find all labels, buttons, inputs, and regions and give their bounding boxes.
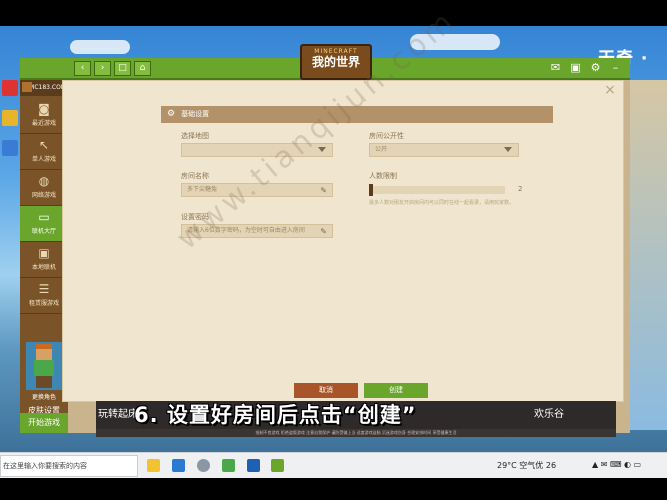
sidebar-item-recent[interactable]: ◙ 最近游戏 bbox=[20, 98, 68, 134]
video-subtitle: 6. 设置好房间后点击“创建” bbox=[134, 403, 417, 427]
file-explorer-icon[interactable] bbox=[147, 459, 160, 472]
back-button[interactable]: ‹ bbox=[74, 61, 91, 76]
forward-button[interactable]: › bbox=[94, 61, 111, 76]
visibility-label: 房间公开性 bbox=[369, 132, 404, 140]
health-notice: 抵制不良游戏 拒绝盗版游戏 注意自我保护 谨防受骗上当 适度游戏益脑 沉迷游戏伤… bbox=[96, 429, 616, 437]
gear-icon: ⚙ bbox=[167, 109, 176, 119]
sidebar-item-lobby[interactable]: ▭ 联机大厅 bbox=[20, 206, 68, 242]
globe-icon: ◍ bbox=[38, 174, 50, 188]
skin-body bbox=[34, 360, 54, 376]
player-limit-slider[interactable] bbox=[369, 186, 505, 194]
skin-head bbox=[36, 344, 52, 360]
sidebar-item-label: 本地联机 bbox=[31, 264, 56, 271]
word-icon[interactable] bbox=[247, 459, 260, 472]
logo-small-text: MINECRAFT bbox=[314, 48, 358, 55]
start-game-button[interactable]: 开始游戏 bbox=[20, 413, 68, 433]
desktop-shortcut-icon[interactable] bbox=[2, 110, 18, 126]
sidebar-item-label: 最近游戏 bbox=[31, 120, 56, 127]
gear-icon[interactable]: ⚙ bbox=[588, 61, 603, 74]
chevron-down-icon bbox=[504, 147, 512, 152]
create-button[interactable]: 创建 bbox=[364, 383, 428, 398]
sidebar-item-local[interactable]: ▣ 本地联机 bbox=[20, 242, 68, 278]
bottom-black-strip bbox=[0, 478, 667, 500]
background-window-pane bbox=[630, 80, 667, 430]
sidebar-item-single-player[interactable]: ↖ 单人游戏 bbox=[20, 134, 68, 170]
desktop-shortcut-icon[interactable] bbox=[2, 140, 18, 156]
search-placeholder: 在这里输入你要搜索的内容 bbox=[3, 462, 87, 470]
avatar-icon bbox=[22, 82, 32, 92]
banner-right-text: 欢乐谷 bbox=[534, 409, 564, 420]
skin-legs bbox=[36, 376, 52, 388]
tray-icons[interactable]: ▲ ✉ ⌨ ◐ ▭ bbox=[592, 460, 641, 469]
sidebar-item-label: 联机大厅 bbox=[31, 228, 56, 235]
section-title: 基础设置 bbox=[181, 110, 210, 118]
sidebar-item-label: 单人游戏 bbox=[31, 156, 56, 163]
visibility-select-value: 公开 bbox=[375, 146, 388, 153]
visibility-select[interactable]: 公开 bbox=[369, 143, 519, 157]
pencil-icon: ✎ bbox=[320, 227, 327, 236]
skin-preview[interactable] bbox=[26, 342, 62, 390]
sidebar-item-network[interactable]: ◍ 网络游戏 bbox=[20, 170, 68, 206]
account-name: MC183.COM bbox=[29, 84, 66, 91]
sidebar: MC183.COM ◙ 最近游戏 ↖ 单人游戏 ◍ 网络游戏 ▭ 联机大厅 ▣ … bbox=[20, 80, 68, 433]
home-button[interactable]: ⌂ bbox=[134, 61, 151, 76]
minimize-icon[interactable]: – bbox=[608, 61, 623, 74]
minecraft-taskbar-icon[interactable] bbox=[271, 459, 284, 472]
upload-icon[interactable] bbox=[222, 459, 235, 472]
browser-icon[interactable] bbox=[172, 459, 185, 472]
banner-left-text: 玩转起床 bbox=[98, 409, 138, 420]
server-icon: ☰ bbox=[38, 282, 50, 296]
gamepad-icon: ◙ bbox=[38, 102, 50, 116]
title-bar: ‹ › □ ⌂ MINECRAFT 我的世界 ✉ ▣ ⚙ – bbox=[20, 44, 630, 80]
mail-icon[interactable]: ✉ bbox=[548, 61, 563, 74]
weather-status[interactable]: 29°C 空气优 26 bbox=[497, 460, 556, 471]
logo-title-text: 我的世界 bbox=[311, 55, 360, 69]
computer-icon: ▣ bbox=[38, 246, 50, 260]
taskbar: 在这里输入你要搜索的内容 29°C 空气优 26 ▲ ✉ ⌨ ◐ ▭ bbox=[0, 452, 667, 479]
taskbar-search[interactable]: 在这里输入你要搜索的内容 bbox=[0, 455, 138, 477]
sidebar-item-label: 网络游戏 bbox=[31, 192, 56, 199]
refresh-button[interactable]: □ bbox=[114, 61, 131, 76]
slider-handle[interactable] bbox=[369, 184, 373, 196]
sidebar-item-label: 租赁服游戏 bbox=[28, 300, 59, 307]
monitor-icon: ▭ bbox=[38, 210, 50, 224]
player-limit-hint: 最多人数对朋友开启房间内可以同时在线一起看录，请用玩家数。 bbox=[369, 200, 515, 206]
desktop-shortcut-icon[interactable] bbox=[2, 80, 18, 96]
slider-max-value: 2 bbox=[518, 185, 523, 193]
close-icon[interactable]: × bbox=[603, 83, 617, 97]
change-character-label[interactable]: 更换角色 bbox=[20, 392, 68, 401]
pencil-icon: ✎ bbox=[320, 186, 327, 195]
cloud-decoration bbox=[70, 40, 130, 54]
room-name-label: 房间名称 bbox=[181, 172, 209, 180]
shirt-icon[interactable]: ▣ bbox=[568, 61, 583, 74]
sidebar-item-rental[interactable]: ☰ 租赁服游戏 bbox=[20, 278, 68, 314]
chat-icon[interactable] bbox=[197, 459, 210, 472]
map-label: 选择地图 bbox=[181, 132, 209, 140]
account-bar[interactable]: MC183.COM bbox=[20, 80, 68, 96]
cancel-button[interactable]: 取消 bbox=[294, 383, 358, 398]
top-black-strip bbox=[0, 0, 667, 26]
player-limit-label: 人数限制 bbox=[369, 172, 397, 180]
room-name-value: 多下尖糖兔 bbox=[187, 186, 218, 193]
arrow-icon: ↖ bbox=[38, 138, 50, 152]
